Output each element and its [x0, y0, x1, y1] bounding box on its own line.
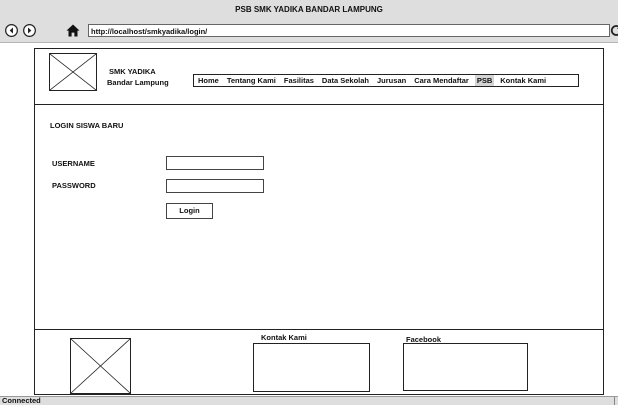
menu-item-cara-mendaftar[interactable]: Cara Mendaftar [410, 75, 473, 86]
site-name-line2: Bandar Lampung [107, 78, 169, 87]
address-url: http://localhost/smkyadika/login/ [91, 27, 208, 36]
password-label: PASSWORD [52, 181, 96, 190]
menu-item-fasilitas[interactable]: Fasilitas [280, 75, 318, 86]
menu-item-data-sekolah[interactable]: Data Sekolah [318, 75, 373, 86]
username-label: USERNAME [52, 159, 95, 168]
address-bar[interactable]: http://localhost/smkyadika/login/ [88, 24, 610, 37]
password-input[interactable] [166, 179, 264, 193]
window-title-bar: PSB SMK YADIKA BANDAR LAMPUNG [0, 0, 618, 19]
facebook-box [403, 343, 528, 391]
contact-label: Kontak Kami [261, 333, 307, 342]
site-header: SMK YADIKA Bandar Lampung Home Tentang K… [35, 49, 603, 105]
status-divider [614, 397, 615, 405]
page-viewport: SMK YADIKA Bandar Lampung Home Tentang K… [0, 43, 618, 396]
menu-item-kontak-kami[interactable]: Kontak Kami [496, 75, 550, 86]
browser-toolbar: http://localhost/smkyadika/login/ [0, 19, 618, 43]
browser-window: PSB SMK YADIKA BANDAR LAMPUNG http://loc… [0, 0, 618, 405]
menu-item-psb[interactable]: PSB [474, 75, 495, 86]
back-arrow-icon[interactable] [5, 24, 18, 37]
nav-menu: Home Tentang Kami Fasilitas Data Sekolah… [193, 74, 579, 87]
menu-item-tentang-kami[interactable]: Tentang Kami [223, 75, 280, 86]
refresh-icon[interactable] [610, 23, 618, 38]
status-text: Connected [2, 396, 41, 405]
page-frame: SMK YADIKA Bandar Lampung Home Tentang K… [34, 48, 604, 395]
home-icon[interactable] [66, 24, 80, 37]
login-button[interactable]: Login [166, 203, 213, 219]
image-placeholder-icon [49, 53, 97, 91]
status-bar: Connected [0, 396, 618, 405]
username-input[interactable] [166, 156, 264, 170]
login-title: LOGIN SISWA BARU [50, 121, 124, 130]
forward-arrow-icon[interactable] [23, 24, 36, 37]
menu-item-jurusan[interactable]: Jurusan [373, 75, 410, 86]
menu-item-home[interactable]: Home [194, 75, 223, 86]
image-placeholder-icon [70, 338, 131, 394]
site-name: SMK YADIKA Bandar Lampung [107, 66, 169, 88]
contact-box [253, 343, 370, 392]
site-footer: Kontak Kami Facebook [35, 329, 603, 396]
site-name-line1: SMK YADIKA [109, 67, 156, 76]
window-title: PSB SMK YADIKA BANDAR LAMPUNG [235, 5, 383, 14]
